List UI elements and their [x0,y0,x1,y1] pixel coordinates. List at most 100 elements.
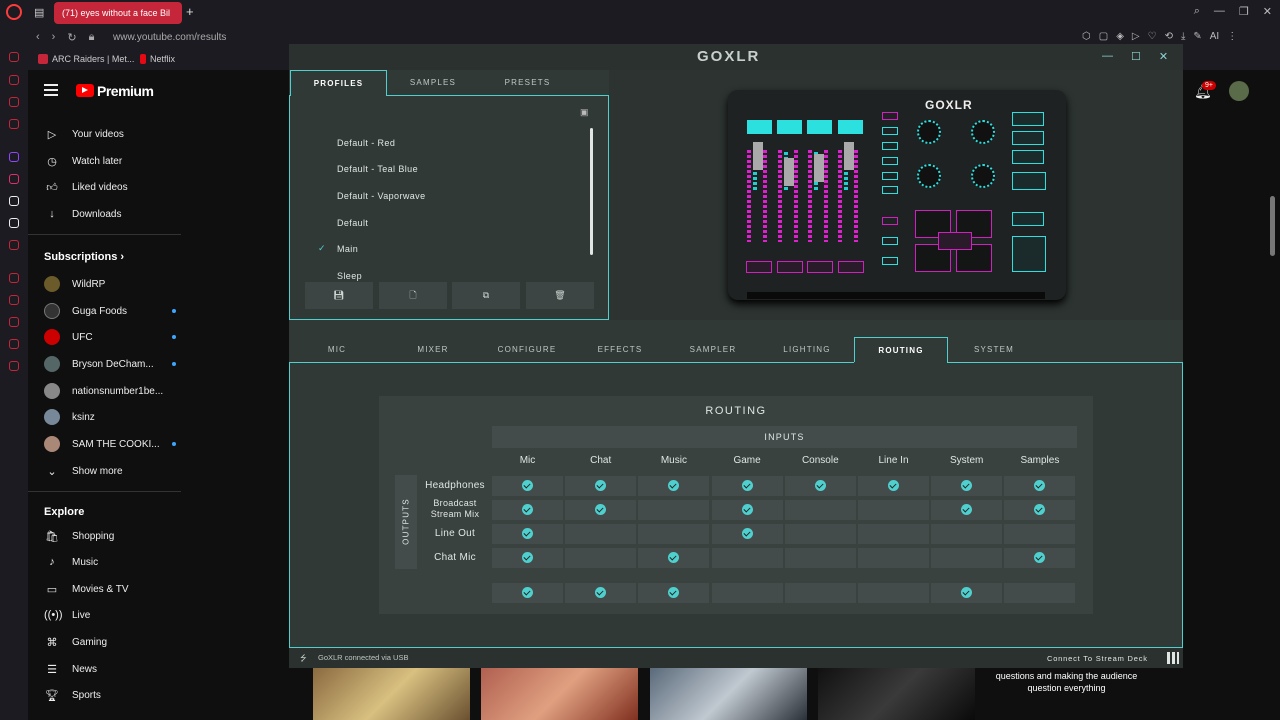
maximize-icon[interactable]: ☐ [1131,50,1141,63]
profile-item[interactable]: Sleep [337,271,362,281]
tab-samples[interactable]: SAMPLES [388,70,478,96]
delete-profile-button[interactable]: 🗑︎ [526,282,594,309]
minimize-icon[interactable]: — [1214,5,1225,18]
routing-cell[interactable] [565,476,637,496]
routing-cell[interactable] [858,524,929,544]
device-effect-button[interactable] [1012,131,1044,145]
routing-cell[interactable] [711,524,783,544]
device-knob[interactable] [971,164,995,188]
routing-cell[interactable] [1004,583,1076,603]
device-fader[interactable] [836,140,860,242]
routing-cell[interactable] [711,500,783,520]
routing-cell[interactable] [784,500,856,520]
copy-profile-button[interactable]: ⧉ [452,282,520,309]
tab-system[interactable]: SYSTEM [946,337,1042,363]
shield-icon[interactable]: ◈ [1116,31,1124,42]
routing-cell[interactable] [492,500,563,520]
minimize-icon[interactable]: — [1102,50,1113,63]
sidebar-item-liked-videos[interactable]: 👍︎ Liked videos [44,179,127,195]
routing-cell[interactable] [931,548,1003,568]
routing-cell[interactable] [784,524,856,544]
sidebar-mail-icon[interactable] [9,119,19,129]
routing-cell[interactable] [638,500,710,520]
tab-lighting[interactable]: LIGHTING [759,337,855,363]
x-icon[interactable] [9,218,19,228]
device-mute-button[interactable] [807,261,833,273]
device-sampler-bank[interactable] [882,217,898,225]
youtube-logo-icon[interactable] [76,84,94,97]
routing-cell[interactable] [858,583,929,603]
active-browser-tab[interactable]: (71) eyes without a face Bil [54,2,182,24]
sidebar-music-icon[interactable] [9,240,19,250]
device-fader[interactable] [806,140,830,242]
sync-icon[interactable]: ⟲ [1165,31,1173,42]
routing-cell[interactable] [1004,548,1076,568]
tab-presets[interactable]: PRESETS [480,70,575,96]
device-scribble-screen[interactable] [807,120,832,134]
tab-sampler[interactable]: SAMPLER [665,337,761,363]
play-icon[interactable]: ▷ [1132,31,1140,42]
screenshot-icon[interactable]: ✎ [1193,31,1201,42]
tab-mixer[interactable]: MIXER [385,337,481,363]
url-text[interactable]: www.youtube.com/results [113,32,226,43]
device-preset-button[interactable] [882,157,898,165]
twitch-icon[interactable] [9,152,19,162]
device-sample-clear[interactable] [938,232,972,250]
stream-deck-button[interactable]: Connect To Stream Deck [1047,654,1148,663]
tab-routing[interactable]: ROUTING [854,337,948,363]
device-bleep-button[interactable] [1012,212,1044,226]
tab-mic[interactable]: MIC [289,337,385,363]
sidebar-clock-icon[interactable] [9,317,19,327]
routing-cell[interactable] [638,476,710,496]
routing-cell[interactable] [858,548,929,568]
bookmark-netflix[interactable]: Netflix [140,54,175,64]
sidebar-item-your-videos[interactable]: ▷ Your videos [44,126,124,142]
routing-cell[interactable] [1004,476,1076,496]
explore-music[interactable]: ♪ Music [44,554,98,570]
tiktok-icon[interactable] [9,196,19,206]
sidebar-history-icon[interactable] [9,52,19,62]
device-mute-button[interactable] [746,261,772,273]
routing-cell[interactable] [492,583,563,603]
menu-icon[interactable] [44,84,58,96]
search-icon[interactable]: ⌕ [1194,5,1200,18]
sidebar-aria-icon[interactable] [9,75,19,85]
new-tab-plus-icon[interactable]: + [186,4,194,19]
video-thumbnail[interactable] [818,668,975,720]
profile-item[interactable]: Default - Teal Blue [337,164,418,174]
device-mute-button[interactable] [777,261,803,273]
profile-item-selected[interactable]: Main [337,244,358,254]
explore-live[interactable]: ((•)) Live [44,607,90,623]
snapshot-icon[interactable]: ▢ [1099,31,1108,42]
device-fader[interactable] [745,140,769,242]
video-thumbnail[interactable] [481,668,638,720]
profile-scrollbar[interactable] [590,128,593,255]
profile-item[interactable]: Default - Red [337,138,395,148]
routing-cell[interactable] [638,583,710,603]
sidebar-pin-icon[interactable] [9,339,19,349]
bookmark-arc[interactable]: ARC Raiders | Met... [38,54,134,64]
opera-logo-icon[interactable] [6,4,22,20]
routing-cell[interactable] [565,583,637,603]
routing-cell[interactable] [711,583,783,603]
subscriptions-heading[interactable]: Subscriptions › [44,251,124,263]
device-preset-button[interactable] [882,127,898,135]
channel-sam-the-cooking[interactable]: SAM THE COOKI... [44,436,176,452]
close-icon[interactable]: ✕ [1159,50,1168,63]
download-icon[interactable]: ⤓ [1181,31,1185,42]
video-thumbnail-caption[interactable]: questions and making the audience questi… [988,668,1145,720]
sidebar-player-icon[interactable] [9,273,19,283]
channel-bryson[interactable]: Bryson DeCham... [44,356,176,372]
device-knob[interactable] [917,120,941,144]
more-icon[interactable]: ⋮ [1227,31,1237,42]
sidebar-item-watch-later[interactable]: ◷ Watch later [44,153,122,169]
channel-nationsnumber1[interactable]: nationsnumber1be... [44,383,163,399]
device-fader[interactable] [776,140,800,242]
routing-cell[interactable] [858,476,929,496]
routing-cell[interactable] [784,583,856,603]
device-knob[interactable] [971,120,995,144]
video-thumbnail[interactable] [650,668,807,720]
routing-cell[interactable] [492,548,563,568]
forward-icon[interactable]: › [52,31,56,44]
channel-ksinz[interactable]: ksinz [44,409,95,425]
